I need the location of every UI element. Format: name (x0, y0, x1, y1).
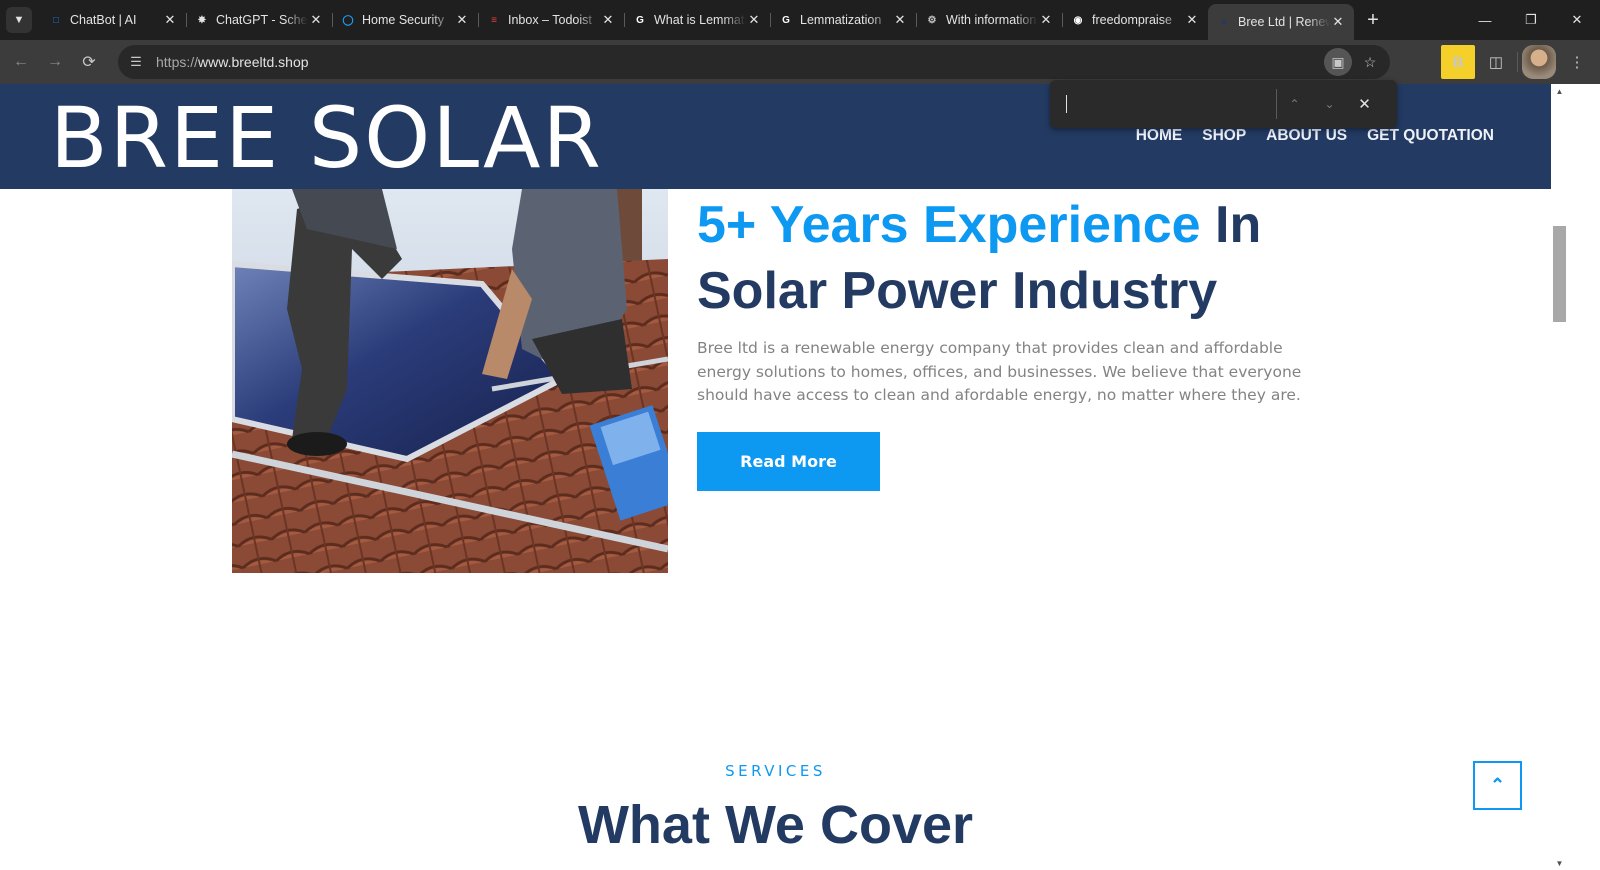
gear-icon: ⚙ (927, 14, 937, 26)
solar-installers-photo (232, 189, 668, 573)
browser-tab[interactable]: ◉ freedompraise ✕ (1062, 4, 1208, 36)
browser-tab[interactable]: ≡ Inbox – Todoist ✕ (478, 4, 625, 36)
find-in-page-bar: ⌃ ⌄ ✕ (1050, 80, 1397, 128)
close-tab-icon[interactable]: ✕ (454, 12, 470, 28)
browser-tab[interactable]: ● Bree Ltd | Renewable✕ (1208, 4, 1354, 40)
find-close-icon[interactable]: ✕ (1347, 89, 1382, 119)
close-window-icon[interactable]: ✕ (1554, 0, 1600, 40)
read-more-button[interactable]: Read More (697, 432, 880, 491)
browser-toolbar: ← → ⟳ ☰ https://www.breeltd.shop ▣ ☆ B ◫… (0, 40, 1600, 84)
about-paragraph: Bree ltd is a renewable energy company t… (697, 339, 1302, 404)
scrollbar-thumb[interactable] (1553, 226, 1566, 322)
site-logo[interactable]: BREE SOLAR (50, 88, 603, 188)
tab-title: Inbox – Todoist (508, 13, 592, 27)
url-text[interactable]: https://www.breeltd.shop (156, 54, 309, 70)
address-bar[interactable]: ☰ https://www.breeltd.shop ▣ ☆ (118, 45, 1390, 79)
tab-title: Lemmatization (800, 13, 882, 27)
headline-highlight: 5+ Years Experience (697, 196, 1201, 254)
new-tab-button[interactable]: + (1360, 9, 1386, 32)
browser-tab[interactable]: ✸ ChatGPT - Schedule✕ (186, 4, 333, 36)
restore-icon[interactable]: ❐ (1508, 0, 1554, 40)
toolbar-divider (1517, 52, 1518, 72)
tab-search-chevron-icon[interactable]: ▼ (6, 7, 32, 33)
tab-title: With information (946, 13, 1037, 27)
extension-icon[interactable]: B (1441, 45, 1475, 79)
window-edge (1568, 84, 1600, 870)
tab-title: ChatGPT - Schedule (216, 13, 308, 27)
experience-headline: 5+ Years Experience In Solar Power Indus… (697, 192, 1317, 324)
services-label: SERVICES (725, 762, 826, 780)
double-chevron-up-icon: ⌃ (1489, 775, 1506, 795)
chatbot-icon: □ (52, 14, 60, 26)
tab-title: Home Security (362, 13, 444, 27)
browser-tab[interactable]: G What is Lemmatization✕ (624, 4, 771, 36)
reload-icon[interactable]: ⟳ (72, 45, 106, 79)
nav-about-us[interactable]: ABOUT US (1266, 127, 1347, 145)
close-tab-icon[interactable]: ✕ (1330, 14, 1346, 30)
nav-shop[interactable]: SHOP (1202, 127, 1246, 145)
profile-avatar-icon[interactable] (1522, 45, 1556, 79)
text-caret (1066, 95, 1067, 113)
find-input[interactable] (1062, 89, 1276, 119)
close-tab-icon[interactable]: ✕ (1184, 12, 1200, 28)
window-controls: — ❐ ✕ (1462, 0, 1600, 40)
services-title: What We Cover (577, 795, 974, 855)
circle-ring-icon: ◯ (342, 14, 354, 26)
page-viewport: BREE SOLAR HOME SHOP ABOUT US GET QUOTAT… (0, 84, 1551, 870)
browser-tab[interactable]: □ ChatBot | AI ✕ (40, 4, 187, 36)
github-icon: ◉ (1073, 14, 1083, 26)
forward-arrow-icon[interactable]: → (38, 45, 72, 79)
site-icon: ● (1220, 16, 1228, 28)
scroll-down-arrow-icon[interactable]: ▼ (1551, 856, 1568, 870)
chatgpt-icon: ✸ (197, 14, 207, 26)
close-tab-icon[interactable]: ✕ (1038, 12, 1054, 28)
close-tab-icon[interactable]: ✕ (308, 12, 324, 28)
tab-title: freedompraise (1092, 13, 1172, 27)
back-to-top-button[interactable]: ⌃ (1473, 761, 1522, 810)
tab-list: □ChatBot | AI✕✸ChatGPT - Schedule✕◯Home … (40, 0, 1354, 40)
extensions-puzzle-icon[interactable]: ◫ (1479, 45, 1513, 79)
close-tab-icon[interactable]: ✕ (746, 12, 762, 28)
scroll-up-arrow-icon[interactable]: ▲ (1551, 84, 1568, 98)
tab-title: Bree Ltd | Renewable (1238, 15, 1330, 29)
back-arrow-icon[interactable]: ← (4, 45, 38, 79)
page-scrollbar[interactable]: ▲ ▼ (1551, 84, 1568, 870)
tab-title: What is Lemmatization (654, 13, 746, 27)
site-info-icon[interactable]: ☰ (122, 48, 150, 76)
more-menu-icon[interactable]: ⋮ (1560, 45, 1594, 79)
url-protocol: https:// (156, 54, 199, 70)
google-icon: G (782, 14, 790, 26)
find-next-icon[interactable]: ⌄ (1312, 89, 1347, 119)
browser-tab[interactable]: G Lemmatization ✕ (770, 4, 917, 36)
close-tab-icon[interactable]: ✕ (162, 12, 178, 28)
google-icon: G (636, 14, 644, 26)
tab-title: ChatBot | AI (70, 13, 137, 27)
google-lens-icon[interactable]: ▣ (1324, 48, 1352, 76)
minimize-icon[interactable]: — (1462, 0, 1508, 40)
browser-tab[interactable]: ⚙ With information ✕ (916, 4, 1063, 36)
url-host: www.breeltd.shop (198, 54, 309, 70)
find-previous-icon[interactable]: ⌃ (1277, 89, 1312, 119)
main-nav: HOME SHOP ABOUT US GET QUOTATION (1136, 127, 1494, 145)
browser-tab-strip: ▼ □ChatBot | AI✕✸ChatGPT - Schedule✕◯Hom… (0, 0, 1600, 40)
todoist-icon: ≡ (491, 14, 497, 26)
bookmark-star-icon[interactable]: ☆ (1356, 48, 1384, 76)
browser-tab[interactable]: ◯ Home Security ✕ (332, 4, 479, 36)
nav-home[interactable]: HOME (1136, 127, 1183, 145)
nav-get-quotation[interactable]: GET QUOTATION (1367, 127, 1494, 145)
close-tab-icon[interactable]: ✕ (892, 12, 908, 28)
close-tab-icon[interactable]: ✕ (600, 12, 616, 28)
